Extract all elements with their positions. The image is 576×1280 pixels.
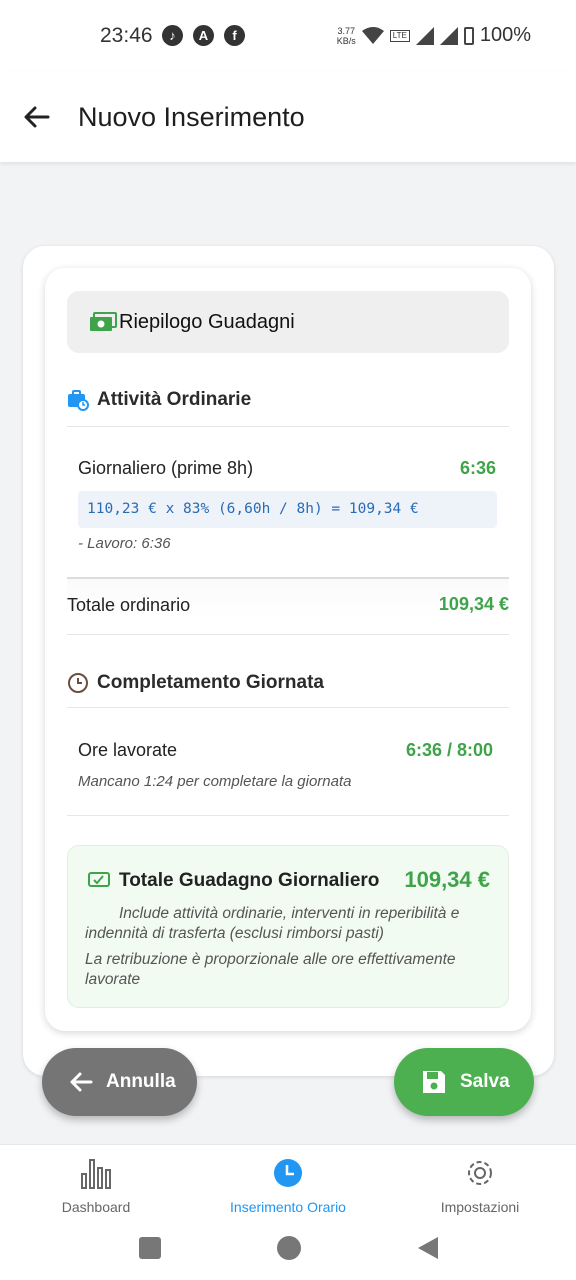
battery-percent: 100% — [479, 24, 531, 46]
missing-hours-note: Mancano 1:24 per completare la giornata — [78, 773, 352, 790]
network-speed: 3.77 KB/s — [336, 25, 356, 46]
facebook-icon: f — [224, 25, 245, 46]
ordinary-total-value: 109,34 € — [438, 594, 509, 614]
divider — [67, 426, 509, 427]
daily-total-note: Include attività ordinarie, interventi i… — [85, 905, 460, 942]
proportional-pay-note: La retribuzione è proporzionale alle ore… — [85, 951, 456, 988]
hours-worked-label: Ore lavorate — [78, 740, 178, 760]
tiktok-icon: ♪ — [162, 25, 183, 46]
arrow-left-icon — [70, 1072, 93, 1092]
wifi-icon — [361, 26, 384, 44]
hours-worked-value: 6:36 / 8:00 — [406, 740, 494, 760]
cancel-button[interactable]: Annulla — [42, 1048, 197, 1116]
back-button[interactable] — [20, 100, 54, 134]
calculation-formula: 110,23 € x 83% (6,60h / 8h) = 109,34 € — [78, 491, 497, 528]
clock-check-icon — [68, 673, 88, 693]
status-indicators: 3.77 KB/s LTE 100% — [337, 24, 531, 47]
nav-label: Dashboard — [61, 1199, 131, 1215]
divider — [67, 707, 509, 708]
money-icon — [90, 312, 117, 331]
money-check-icon — [88, 872, 110, 887]
app-a-icon: A — [193, 25, 214, 46]
daily-hours: 6:36 — [460, 458, 497, 478]
battery-icon — [463, 26, 474, 45]
system-navigation — [0, 1233, 576, 1263]
home-button[interactable] — [276, 1235, 302, 1261]
ordinary-total-row: Totale ordinario 109,34 € — [67, 577, 509, 617]
ordinary-section-title: Attività Ordinarie — [67, 389, 251, 411]
status-time: 23:46 — [100, 24, 153, 47]
divider — [67, 815, 509, 816]
nav-item-settings[interactable]: Impostazioni — [395, 1153, 565, 1215]
volte-icon: LTE — [389, 29, 410, 42]
nav-item-dashboard[interactable]: Dashboard — [11, 1153, 181, 1215]
briefcase-clock-icon — [68, 390, 89, 411]
status-bar: 23:46 ♪ A f 3.77 KB/s LTE 100% — [0, 0, 576, 72]
summary-header: Riepilogo Guadagni — [67, 291, 509, 353]
work-note: - Lavoro: 6:36 — [78, 535, 171, 552]
nav-item-time-entry[interactable]: Inserimento Orario — [203, 1153, 373, 1215]
arrow-left-icon — [24, 106, 50, 128]
save-icon — [423, 1071, 445, 1093]
page-title: Nuovo Inserimento — [78, 102, 305, 132]
clock-icon — [274, 1159, 302, 1187]
back-nav-button[interactable] — [416, 1236, 440, 1260]
daily-total-title: Totale Guadagno Giornaliero — [119, 870, 380, 891]
signal-1-icon — [415, 26, 434, 45]
app-bar: Nuovo Inserimento — [0, 72, 576, 162]
nav-label: Impostazioni — [440, 1199, 520, 1215]
summary-title: Riepilogo Guadagni — [119, 310, 295, 333]
save-button[interactable]: Salva — [394, 1048, 534, 1116]
daily-label: Giornaliero (prime 8h) — [78, 458, 254, 478]
completion-section-title: Completamento Giornata — [67, 672, 324, 694]
bar-chart-icon — [81, 1159, 111, 1189]
nav-label: Inserimento Orario — [230, 1199, 346, 1215]
bottom-navigation: Dashboard Inserimento Orario Impostazion… — [0, 1144, 576, 1280]
recents-button[interactable] — [139, 1237, 161, 1259]
ordinary-total-label: Totale ordinario — [67, 595, 191, 615]
signal-2-icon — [439, 26, 458, 45]
divider — [67, 634, 509, 635]
daily-total-amount: 109,34 € — [404, 867, 490, 892]
gear-icon — [468, 1161, 492, 1185]
status-app-icons: ♪ A f — [162, 25, 245, 46]
daily-total-box: Totale Guadagno Giornaliero 109,34 € Inc… — [67, 845, 509, 1008]
